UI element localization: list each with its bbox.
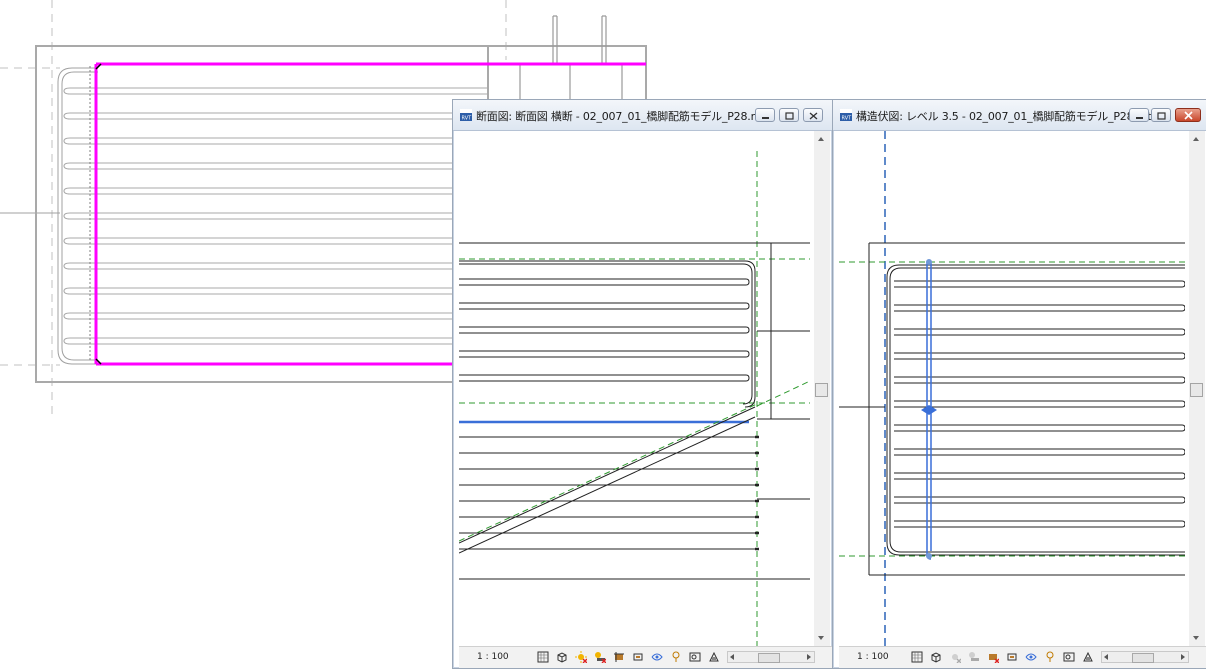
horizontal-scrollbar[interactable]: [727, 651, 815, 663]
analytical-icon[interactable]: [689, 651, 701, 663]
close-button[interactable]: [803, 108, 823, 122]
window-title: 断面図: 断面図 横断 - 02_007_01_橋脚配筋モデル_P28.rvt: [476, 110, 766, 123]
scroll-up-arrow[interactable]: [1193, 137, 1199, 141]
structural-plan-titlebar[interactable]: RVT 構造伏図: レベル 3.5 - 02_007_01_橋脚配筋モデル_P2…: [833, 100, 1206, 131]
scroll-right-arrow[interactable]: [807, 654, 811, 660]
maximize-icon: [785, 112, 794, 120]
analytical-icon[interactable]: [1063, 651, 1075, 663]
minimize-button[interactable]: [755, 108, 775, 122]
minimize-icon: [762, 117, 769, 119]
revit-file-icon: RVT: [460, 109, 473, 122]
view-control-bar: 1 : 100: [459, 646, 832, 668]
section-drawing: [459, 151, 810, 646]
scroll-up-arrow[interactable]: [818, 137, 824, 141]
temp-hide-icon[interactable]: [1025, 651, 1037, 663]
reveal-hidden-icon[interactable]: [1044, 651, 1056, 663]
vertical-scrollbar[interactable]: [814, 131, 830, 646]
section-view-titlebar[interactable]: RVT 断面図: 断面図 横断 - 02_007_01_橋脚配筋モデル_P28.…: [453, 100, 832, 131]
scroll-left-arrow[interactable]: [730, 654, 734, 660]
section-view-window[interactable]: RVT 断面図: 断面図 横断 - 02_007_01_橋脚配筋モデル_P28.…: [452, 99, 833, 669]
crop-view-icon[interactable]: [613, 651, 625, 663]
close-button[interactable]: [1175, 108, 1201, 122]
scroll-left-arrow[interactable]: [1104, 654, 1108, 660]
h-scroll-thumb[interactable]: [1132, 653, 1154, 663]
scroll-thumb[interactable]: [1190, 383, 1203, 397]
scroll-right-arrow[interactable]: [1181, 654, 1185, 660]
view-scale[interactable]: 1 : 100: [477, 652, 509, 662]
maximize-button[interactable]: [1151, 108, 1171, 122]
highlight-displacement-icon[interactable]: [708, 651, 720, 663]
temp-hide-icon[interactable]: [651, 651, 663, 663]
view-scale[interactable]: 1 : 100: [857, 652, 889, 662]
h-scroll-thumb[interactable]: [758, 653, 780, 663]
scroll-down-arrow[interactable]: [818, 636, 824, 640]
sun-path-icon[interactable]: [949, 651, 961, 663]
svg-text:RVT: RVT: [842, 116, 853, 122]
detail-level-icon[interactable]: [911, 651, 923, 663]
scroll-down-arrow[interactable]: [1193, 636, 1199, 640]
structural-plan-canvas[interactable]: [839, 131, 1185, 646]
section-view-canvas[interactable]: [459, 131, 810, 646]
visual-style-icon[interactable]: [930, 651, 942, 663]
structural-plan-window[interactable]: RVT 構造伏図: レベル 3.5 - 02_007_01_橋脚配筋モデル_P2…: [832, 99, 1206, 669]
scroll-thumb[interactable]: [815, 383, 828, 397]
horizontal-scrollbar[interactable]: [1101, 651, 1189, 663]
minimize-icon: [1136, 117, 1143, 119]
vertical-scrollbar[interactable]: [1189, 131, 1205, 646]
shadows-icon[interactable]: [594, 651, 606, 663]
highlight-displacement-icon[interactable]: [1082, 651, 1094, 663]
close-icon: [809, 112, 818, 120]
plan-drawing: [839, 131, 1185, 646]
show-crop-icon[interactable]: [1006, 651, 1018, 663]
reveal-hidden-icon[interactable]: [670, 651, 682, 663]
maximize-icon: [1157, 112, 1166, 120]
window-title: 構造伏図: レベル 3.5 - 02_007_01_橋脚配筋モデル_P28.rv…: [856, 110, 1152, 123]
show-crop-icon[interactable]: [632, 651, 644, 663]
maximize-button[interactable]: [779, 108, 799, 122]
svg-text:RVT: RVT: [462, 116, 473, 122]
minimize-button[interactable]: [1129, 108, 1149, 122]
view-control-bar: 1 : 100: [839, 646, 1206, 668]
sun-path-icon[interactable]: [575, 651, 587, 663]
revit-file-icon: RVT: [840, 109, 853, 122]
crop-view-icon[interactable]: [987, 651, 999, 663]
visual-style-icon[interactable]: [556, 651, 568, 663]
shadows-icon[interactable]: [968, 651, 980, 663]
detail-level-icon[interactable]: [537, 651, 549, 663]
close-icon: [1184, 111, 1193, 120]
